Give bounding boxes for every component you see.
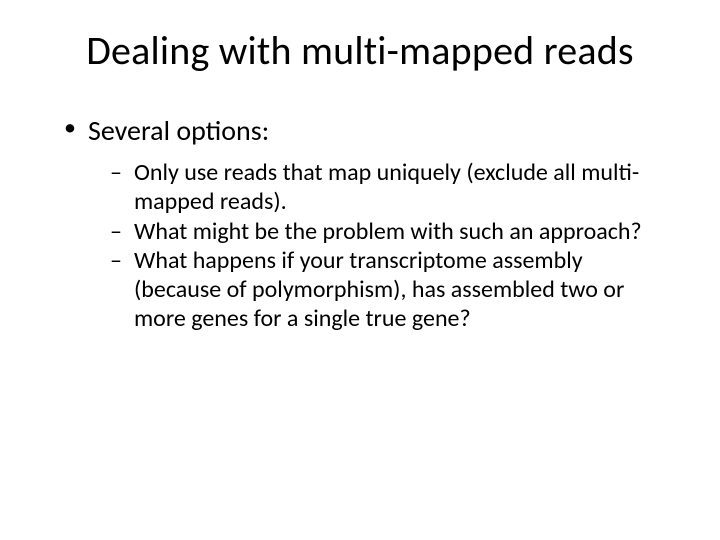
slide-title: Dealing with multi-mapped reads [0, 0, 720, 75]
bullet-text: Several options: [88, 113, 269, 148]
slide: Dealing with multi-mapped reads Several … [0, 0, 720, 540]
list-item: What might be the problem with such an a… [110, 217, 660, 246]
list-item: What happens if your transcriptome assem… [110, 246, 660, 334]
slide-body: Several options: Only use reads that map… [0, 75, 720, 334]
list-item: Only use reads that map uniquely (exclud… [110, 158, 660, 217]
bullet-text: What might be the problem with such an a… [134, 217, 642, 246]
list-item: Several options: Only use reads that map… [60, 113, 660, 334]
bullet-text: What happens if your transcriptome assem… [134, 246, 624, 334]
bullet-list-level2: Only use reads that map uniquely (exclud… [88, 158, 660, 334]
bullet-text: Only use reads that map uniquely (exclud… [134, 158, 639, 216]
bullet-list-level1: Several options: Only use reads that map… [60, 113, 660, 334]
